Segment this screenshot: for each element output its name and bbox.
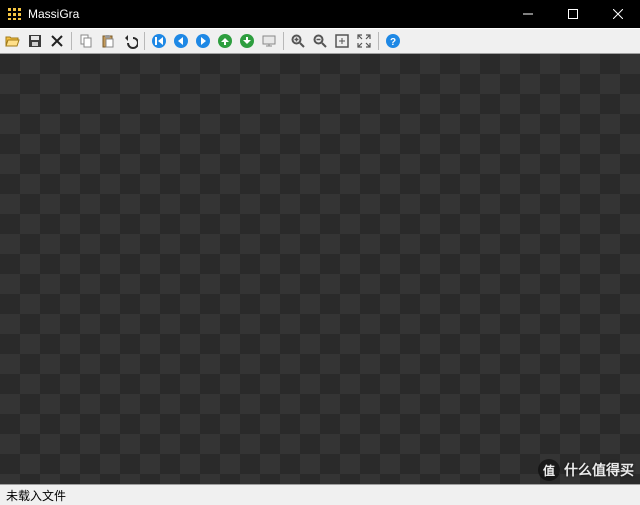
paste-button[interactable] xyxy=(97,30,119,52)
help-button[interactable]: ? xyxy=(382,30,404,52)
separator xyxy=(283,32,284,50)
next-button[interactable] xyxy=(192,30,214,52)
save-button[interactable] xyxy=(24,30,46,52)
fit-window-button[interactable] xyxy=(331,30,353,52)
folder-up-button[interactable] xyxy=(214,30,236,52)
statusbar: 未载入文件 xyxy=(0,484,640,505)
watermark-text: 什么值得买 xyxy=(564,460,634,480)
zoom-out-button[interactable] xyxy=(309,30,331,52)
first-button[interactable] xyxy=(148,30,170,52)
actual-size-button[interactable] xyxy=(353,30,375,52)
app-title: MassiGra xyxy=(28,7,79,21)
zoom-in-button[interactable] xyxy=(287,30,309,52)
close-button[interactable] xyxy=(595,0,640,28)
folder-down-button[interactable] xyxy=(236,30,258,52)
slideshow-button[interactable] xyxy=(258,30,280,52)
image-canvas[interactable] xyxy=(0,54,640,484)
maximize-button[interactable] xyxy=(550,0,595,28)
watermark-badge-icon: 值 xyxy=(538,459,560,481)
app-window: MassiGra xyxy=(0,0,640,505)
watermark: 值 什么值得买 xyxy=(538,459,634,481)
prev-button[interactable] xyxy=(170,30,192,52)
toolbar: ? xyxy=(0,28,640,54)
delete-button[interactable] xyxy=(46,30,68,52)
separator xyxy=(71,32,72,50)
minimize-button[interactable] xyxy=(505,0,550,28)
separator xyxy=(378,32,379,50)
app-icon xyxy=(8,8,22,20)
undo-button[interactable] xyxy=(119,30,141,52)
copy-button[interactable] xyxy=(75,30,97,52)
svg-text:?: ? xyxy=(390,37,396,48)
status-text: 未载入文件 xyxy=(6,487,66,504)
titlebar: MassiGra xyxy=(0,0,640,28)
separator xyxy=(144,32,145,50)
open-button[interactable] xyxy=(2,30,24,52)
